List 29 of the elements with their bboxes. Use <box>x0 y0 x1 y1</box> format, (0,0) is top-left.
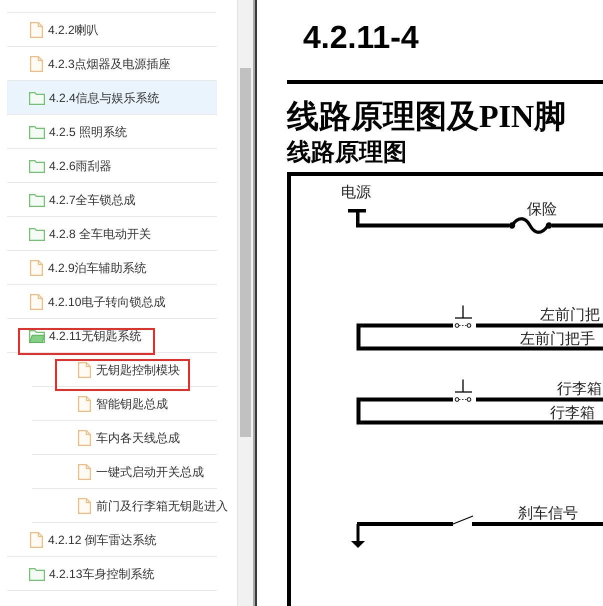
document-icon <box>78 430 91 446</box>
circuit-label: 行李箱 <box>557 382 602 398</box>
open-switch-icon <box>452 516 474 524</box>
push-button-switch-icon <box>454 306 472 328</box>
section-heading: 线路原理图及PIN脚 <box>287 99 566 134</box>
document-icon <box>78 464 91 480</box>
document-icon <box>30 22 43 38</box>
power-terminal-icon <box>348 209 366 225</box>
document-icon <box>30 294 43 310</box>
circuit-label: 电源 <box>341 185 371 201</box>
push-button-switch-icon <box>454 380 472 402</box>
wire <box>552 224 603 228</box>
circuit-label: 保险 <box>527 202 557 218</box>
circuit-label: 行李箱 <box>550 406 595 422</box>
document-icon <box>30 56 43 72</box>
page-number: 4.2.11-4 <box>303 19 419 55</box>
document-icon <box>30 532 43 548</box>
subsection-heading: 线路原理图 <box>287 140 407 166</box>
document-icon <box>78 362 91 378</box>
document-icon <box>78 396 91 412</box>
circuit-label: 左前门把手 <box>520 332 595 348</box>
fuse-icon <box>508 217 552 234</box>
scrollbar-thumb[interactable] <box>240 68 251 437</box>
ground-icon <box>351 524 365 548</box>
scrollbar[interactable] <box>237 0 253 606</box>
circuit-label: 左前门把 <box>540 308 600 324</box>
document-icon <box>30 260 43 276</box>
document-icon <box>78 498 91 514</box>
circuit-label: 刹车信号 <box>518 506 578 522</box>
